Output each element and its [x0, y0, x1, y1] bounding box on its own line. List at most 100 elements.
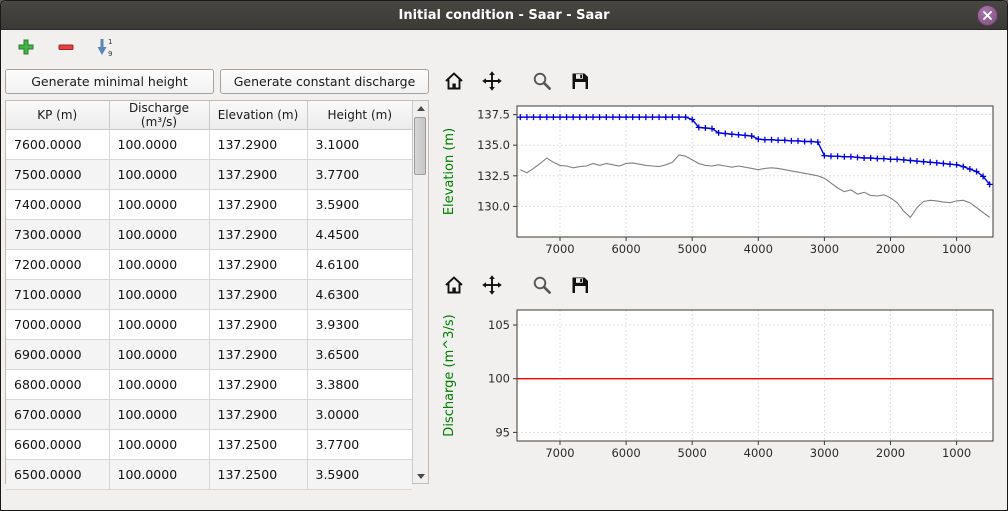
scroll-down-button[interactable]	[413, 469, 428, 483]
table-cell[interactable]: 7600.0000	[6, 130, 109, 160]
content-area: Generate minimal height Generate constan…	[1, 63, 1007, 484]
table-cell[interactable]: 137.2900	[209, 310, 307, 340]
table-cell[interactable]: 137.2900	[209, 130, 307, 160]
table-cell[interactable]: 3.3800	[307, 370, 412, 400]
generate-constant-discharge-button[interactable]: Generate constant discharge	[220, 69, 429, 94]
table-row[interactable]: 6600.0000100.0000137.25003.7700	[6, 430, 412, 460]
column-header[interactable]: Elevation (m)	[209, 101, 307, 130]
table-cell[interactable]: 137.2500	[209, 430, 307, 460]
table-cell[interactable]: 6900.0000	[6, 340, 109, 370]
table-cell[interactable]: 3.5900	[307, 460, 412, 490]
table-cell[interactable]: 100.0000	[109, 340, 209, 370]
table-cell[interactable]: 3.5900	[307, 190, 412, 220]
table-row[interactable]: 6800.0000100.0000137.29003.3800	[6, 370, 412, 400]
table-cell[interactable]: 137.2900	[209, 160, 307, 190]
table-row[interactable]: 7500.0000100.0000137.29003.7700	[6, 160, 412, 190]
home-button[interactable]	[441, 68, 467, 94]
table-cell[interactable]: 137.2500	[209, 460, 307, 490]
scroll-up-button[interactable]	[413, 101, 428, 115]
add-row-button[interactable]	[13, 34, 39, 60]
table-cell[interactable]: 4.6300	[307, 280, 412, 310]
table-cell[interactable]: 6600.0000	[6, 430, 109, 460]
scrollbar-thumb[interactable]	[414, 117, 426, 175]
svg-text:6000: 6000	[611, 446, 640, 460]
elevation-plot-toolbar	[437, 67, 1003, 95]
elevation-chart: 7000600050004000300020001000130.0132.513…	[437, 98, 1003, 263]
table-cell[interactable]: 100.0000	[109, 130, 209, 160]
generate-minimal-height-button[interactable]: Generate minimal height	[5, 69, 214, 94]
table-cell[interactable]: 100.0000	[109, 430, 209, 460]
save-button[interactable]	[567, 272, 593, 298]
close-button[interactable]	[977, 5, 998, 26]
table-row[interactable]: 7600.0000100.0000137.29003.1000	[6, 130, 412, 160]
table-cell[interactable]: 100.0000	[109, 310, 209, 340]
floppy-disk-icon	[569, 274, 591, 296]
table-cell[interactable]: 3.6500	[307, 340, 412, 370]
table-cell[interactable]: 137.2900	[209, 220, 307, 250]
svg-text:3000: 3000	[810, 242, 839, 256]
svg-text:135.0: 135.0	[477, 138, 510, 152]
svg-text:5000: 5000	[678, 242, 707, 256]
table-cell[interactable]: 4.4500	[307, 220, 412, 250]
sort-rows-button[interactable]: 1 9	[93, 34, 119, 60]
table-cell[interactable]: 137.2900	[209, 400, 307, 430]
table-cell[interactable]: 3.7700	[307, 430, 412, 460]
table-cell[interactable]: 100.0000	[109, 370, 209, 400]
table-cell[interactable]: 137.2900	[209, 190, 307, 220]
table-cell[interactable]: 7500.0000	[6, 160, 109, 190]
titlebar[interactable]: Initial condition - Saar - Saar	[1, 1, 1007, 30]
table-cell[interactable]: 100.0000	[109, 190, 209, 220]
table-cell[interactable]: 137.2900	[209, 250, 307, 280]
column-header[interactable]: Height (m)	[307, 101, 412, 130]
table-cell[interactable]: 3.9300	[307, 310, 412, 340]
magnifier-icon	[531, 70, 553, 92]
table-cell[interactable]: 100.0000	[109, 280, 209, 310]
table-row[interactable]: 6700.0000100.0000137.29003.0000	[6, 400, 412, 430]
scroll-up-arrow-icon	[417, 106, 425, 111]
table-row[interactable]: 6500.0000100.0000137.25003.5900	[6, 460, 412, 490]
window-title: Initial condition - Saar - Saar	[398, 8, 609, 23]
save-button[interactable]	[567, 68, 593, 94]
scrollbar-track[interactable]	[413, 115, 428, 469]
table-cell[interactable]: 100.0000	[109, 220, 209, 250]
table-cell[interactable]: 3.1000	[307, 130, 412, 160]
pan-button[interactable]	[479, 68, 505, 94]
zoom-button[interactable]	[529, 68, 555, 94]
table-cell[interactable]: 7200.0000	[6, 250, 109, 280]
column-header[interactable]: KP (m)	[6, 101, 109, 130]
svg-text:1000: 1000	[942, 446, 971, 460]
home-button[interactable]	[441, 272, 467, 298]
table-row[interactable]: 7300.0000100.0000137.29004.4500	[6, 220, 412, 250]
table-cell[interactable]: 6500.0000	[6, 460, 109, 490]
table-row[interactable]: 7000.0000100.0000137.29003.9300	[6, 310, 412, 340]
table-cell[interactable]: 4.6100	[307, 250, 412, 280]
home-icon	[443, 274, 465, 296]
table-cell[interactable]: 137.2900	[209, 280, 307, 310]
svg-text:4000: 4000	[744, 446, 773, 460]
table-cell[interactable]: 7000.0000	[6, 310, 109, 340]
table-cell[interactable]: 100.0000	[109, 400, 209, 430]
table-row[interactable]: 7100.0000100.0000137.29004.6300	[6, 280, 412, 310]
table-cell[interactable]: 7400.0000	[6, 190, 109, 220]
table-cell[interactable]: 3.0000	[307, 400, 412, 430]
table-scrollbar[interactable]	[412, 101, 428, 483]
table-cell[interactable]: 137.2900	[209, 340, 307, 370]
remove-row-button[interactable]	[53, 34, 79, 60]
table-cell[interactable]: 100.0000	[109, 250, 209, 280]
table-cell[interactable]: 6800.0000	[6, 370, 109, 400]
table-cell[interactable]: 7100.0000	[6, 280, 109, 310]
table-cell[interactable]: 3.7700	[307, 160, 412, 190]
svg-text:9: 9	[108, 50, 112, 57]
table-cell[interactable]: 137.2900	[209, 370, 307, 400]
table-row[interactable]: 7200.0000100.0000137.29004.6100	[6, 250, 412, 280]
table-cell[interactable]: 100.0000	[109, 160, 209, 190]
table-row[interactable]: 6900.0000100.0000137.29003.6500	[6, 340, 412, 370]
zoom-button[interactable]	[529, 272, 555, 298]
pan-button[interactable]	[479, 272, 505, 298]
table-row[interactable]: 7400.0000100.0000137.29003.5900	[6, 190, 412, 220]
table-cell[interactable]: 7300.0000	[6, 220, 109, 250]
column-header[interactable]: Discharge (m³/s)	[109, 101, 209, 130]
table-cell[interactable]: 6700.0000	[6, 400, 109, 430]
svg-text:5000: 5000	[678, 446, 707, 460]
table-cell[interactable]: 100.0000	[109, 460, 209, 490]
